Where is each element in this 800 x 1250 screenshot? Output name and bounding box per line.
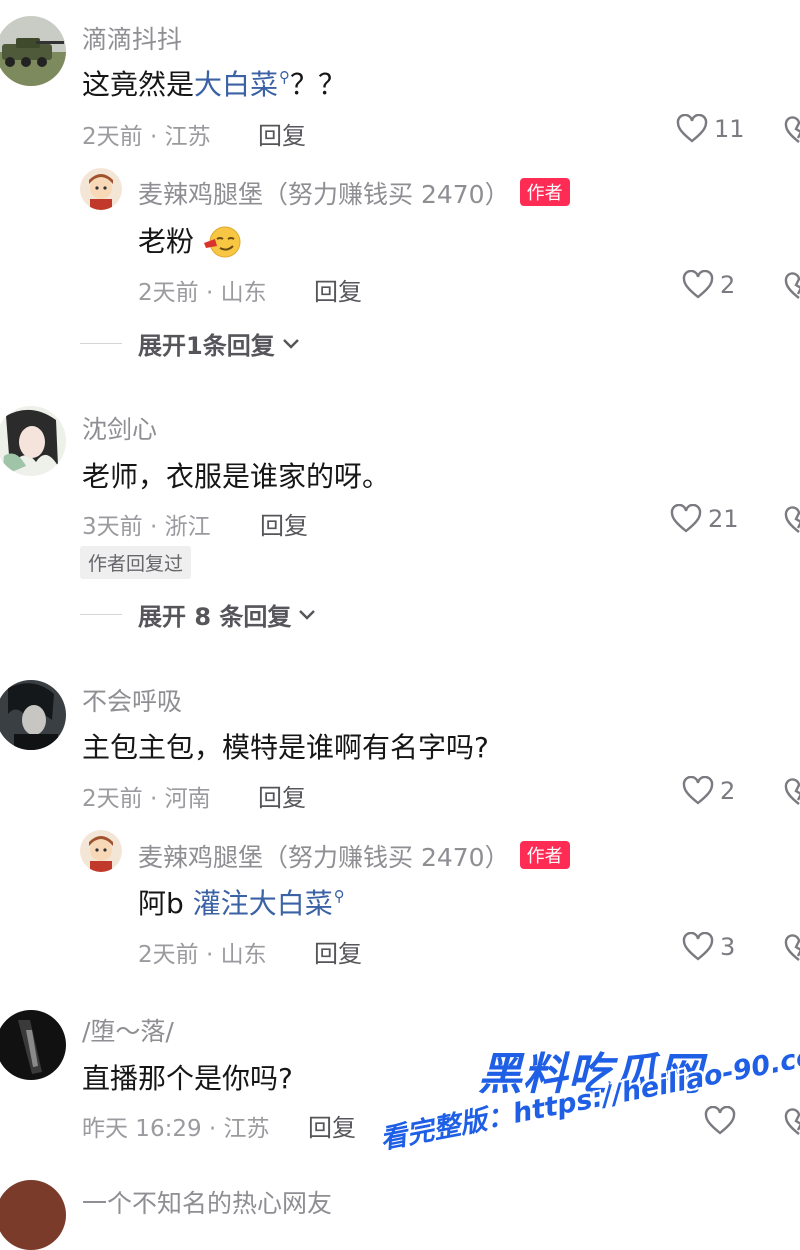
heart-outline-icon xyxy=(704,1106,736,1135)
reply-button[interactable]: 回复 xyxy=(258,116,306,151)
reply-text-prefix: 阿b xyxy=(138,887,193,920)
avatar[interactable] xyxy=(80,830,122,872)
like-count: 11 xyxy=(714,115,745,143)
expand-replies-button[interactable]: 展开1条回复 xyxy=(80,326,301,361)
reply-button[interactable]: 回复 xyxy=(260,506,308,541)
comment-meta: 昨天 16:29 · 江苏 xyxy=(82,1116,270,1142)
avatar[interactable] xyxy=(0,1010,66,1080)
broken-heart-icon[interactable] xyxy=(784,1108,800,1138)
avatar[interactable] xyxy=(0,1180,66,1250)
like-button[interactable]: 2 xyxy=(682,270,735,300)
search-link[interactable]: 灌注大白菜⚲ xyxy=(193,887,345,920)
comment-text: 主包主包，模特是谁啊有名字吗? xyxy=(82,731,489,764)
broken-heart-icon[interactable] xyxy=(784,272,800,302)
comment-text: 直播那个是你吗? xyxy=(82,1062,293,1095)
heart-outline-icon xyxy=(682,776,714,805)
username: 麦辣鸡腿堡（努力赚钱买 2470） 作者 xyxy=(138,175,570,211)
reply-button[interactable]: 回复 xyxy=(308,1108,356,1143)
username[interactable]: /堕～落/ xyxy=(82,1012,174,1048)
comment-meta: 2天前 · 河南 xyxy=(82,786,211,812)
like-count: 2 xyxy=(720,777,736,805)
username[interactable]: 一个不知名的热心网友 xyxy=(82,1184,332,1220)
broken-heart-icon[interactable] xyxy=(784,934,800,964)
chevron-down-icon xyxy=(282,338,299,349)
comment-text: 这竟然是大白菜⚲？？ xyxy=(82,63,346,103)
avatar[interactable] xyxy=(0,406,66,476)
smirk-emoji-icon xyxy=(203,226,241,258)
comment-meta: 3天前 · 浙江 xyxy=(82,514,211,540)
like-button[interactable]: 3 xyxy=(682,932,735,962)
like-count: 21 xyxy=(708,505,739,533)
expand-replies-label: 展开1条回复 xyxy=(138,332,275,360)
heart-outline-icon xyxy=(670,504,702,533)
like-button[interactable]: 2 xyxy=(682,776,735,806)
reply-username[interactable]: 麦辣鸡腿堡（努力赚钱买 2470） xyxy=(138,843,510,872)
reply-button[interactable]: 回复 xyxy=(314,272,362,307)
avatar[interactable] xyxy=(80,168,122,210)
broken-heart-icon[interactable] xyxy=(784,116,800,146)
broken-heart-icon[interactable] xyxy=(784,506,800,536)
like-button[interactable]: 11 xyxy=(676,114,745,144)
expand-replies-label: 展开 8 条回复 xyxy=(138,603,292,631)
username[interactable]: 沈剑心 xyxy=(82,410,157,446)
search-icon: ⚲ xyxy=(333,887,345,905)
comment-text-suffix: ？？ xyxy=(290,68,347,101)
reply-text: 阿b 灌注大白菜⚲ xyxy=(138,882,345,922)
comment-text: 老师，衣服是谁家的呀。 xyxy=(82,460,391,493)
search-icon: ⚲ xyxy=(279,68,291,86)
reply-button[interactable]: 回复 xyxy=(258,778,306,813)
username: 麦辣鸡腿堡（努力赚钱买 2470） 作者 xyxy=(138,838,570,874)
author-tag: 作者 xyxy=(519,178,570,206)
chevron-down-icon xyxy=(299,609,316,620)
reply-username[interactable]: 麦辣鸡腿堡（努力赚钱买 2470） xyxy=(138,180,510,209)
avatar[interactable] xyxy=(0,16,66,86)
heart-outline-icon xyxy=(682,932,714,961)
like-count: 3 xyxy=(720,933,736,961)
heart-outline-icon xyxy=(676,114,708,143)
heart-outline-icon xyxy=(682,270,714,299)
like-button[interactable] xyxy=(704,1106,742,1136)
reply-text: 老粉 xyxy=(138,220,241,260)
broken-heart-icon[interactable] xyxy=(784,778,800,808)
like-button[interactable]: 21 xyxy=(670,504,739,534)
reply-meta: 2天前 · 山东 xyxy=(138,280,267,306)
divider xyxy=(80,614,122,615)
author-replied-badge: 作者回复过 xyxy=(80,546,192,579)
avatar[interactable] xyxy=(0,680,66,750)
comment-meta: 2天前 · 江苏 xyxy=(82,124,211,150)
expand-replies-button[interactable]: 展开 8 条回复 xyxy=(80,597,317,632)
username[interactable]: 不会呼吸 xyxy=(82,682,182,718)
comment-text-prefix: 这竟然是 xyxy=(82,68,195,101)
reply-button[interactable]: 回复 xyxy=(314,934,362,969)
search-link[interactable]: 大白菜⚲ xyxy=(194,68,290,101)
author-tag: 作者 xyxy=(519,841,570,869)
reply-text-content: 老粉 xyxy=(138,225,195,258)
like-count: 2 xyxy=(720,271,736,299)
reply-meta: 2天前 · 山东 xyxy=(138,942,267,968)
username[interactable]: 滴滴抖抖 xyxy=(82,20,182,56)
divider xyxy=(80,343,122,344)
